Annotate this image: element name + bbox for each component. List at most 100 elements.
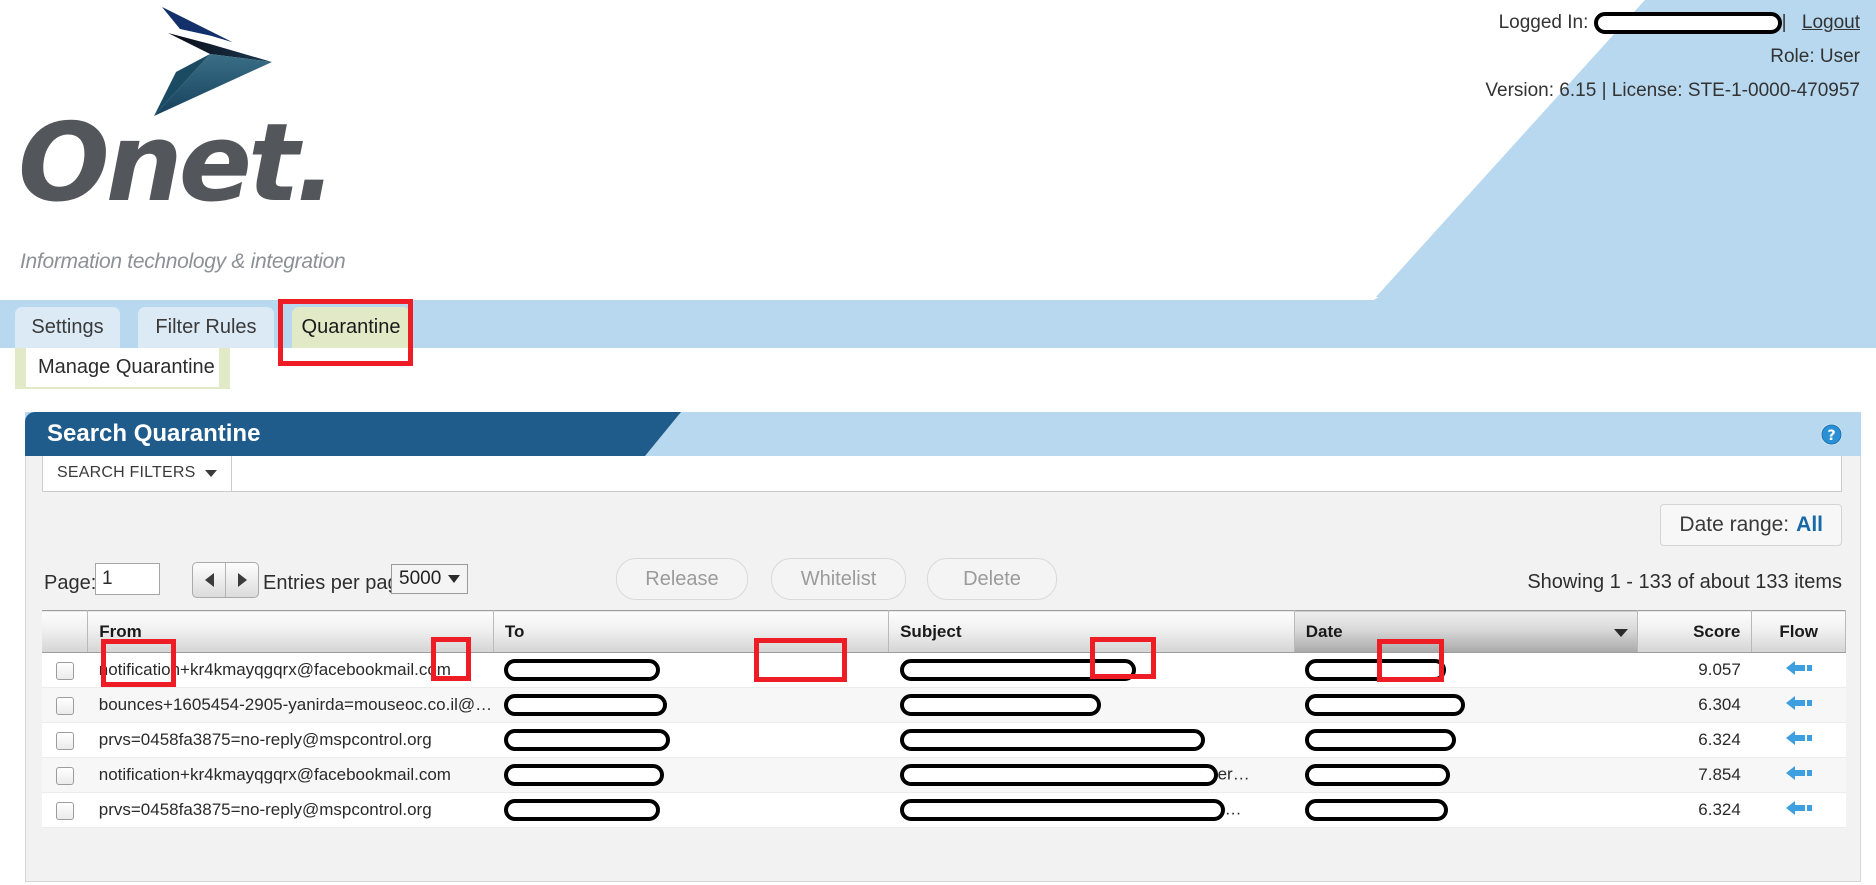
row-checkbox[interactable] <box>55 661 74 680</box>
table-row[interactable]: prvs=0458fa3875=no-reply@mspcontrol.org …… <box>42 792 1846 828</box>
next-page-button[interactable] <box>225 563 258 597</box>
column-header-to-label: To <box>504 621 525 641</box>
redacted-value <box>1305 799 1449 821</box>
version-license-row: Version: 6.15 | License: STE-1-0000-4709… <box>1485 80 1860 101</box>
page-nav-group <box>192 562 259 598</box>
release-button-label: Release <box>645 567 719 590</box>
cell-from: notification+kr4kmayqgqrx@facebookmail.c… <box>87 757 494 793</box>
cell-date <box>1294 757 1638 793</box>
page-input[interactable] <box>95 563 160 595</box>
redacted-value <box>504 694 668 716</box>
page-label: Page: <box>44 572 97 594</box>
table-row[interactable]: notification+kr4kmayqgqrx@facebookmail.c… <box>42 757 1846 793</box>
cell-flow <box>1751 652 1846 688</box>
tab-settings[interactable]: Settings <box>15 307 120 348</box>
table-row[interactable]: bounces+1605454-2905-yanirda=mouseoc.co.… <box>42 687 1846 723</box>
redacted-value <box>899 659 1136 681</box>
cell-to <box>493 722 889 758</box>
table-header-row: From To Subject Date Score Flow <box>42 610 1846 653</box>
date-range-button[interactable]: Date range: All <box>1660 504 1842 546</box>
whitelist-button[interactable]: Whitelist <box>771 558 906 600</box>
date-range-value: All <box>1796 513 1823 536</box>
table-row[interactable]: prvs=0458fa3875=no-reply@mspcontrol.org 6… <box>42 722 1846 758</box>
cell-from: prvs=0458fa3875=no-reply@mspcontrol.org <box>87 792 494 828</box>
column-header-flow[interactable]: Flow <box>1751 610 1846 653</box>
company-logo: Onet. Information technology & integrati… <box>10 0 410 290</box>
column-header-date[interactable]: Date <box>1294 610 1638 653</box>
cell-from: notification+kr4kmayqgqrx@facebookmail.c… <box>87 652 494 688</box>
cell-date <box>1294 652 1638 688</box>
release-button[interactable]: Release <box>616 558 748 600</box>
whitelist-button-label: Whitelist <box>800 567 877 590</box>
cell-score: 6.324 <box>1637 722 1752 758</box>
row-checkbox[interactable] <box>55 801 74 820</box>
redacted-value <box>504 764 665 786</box>
cell-subject <box>888 722 1295 758</box>
redacted-value <box>899 729 1205 751</box>
redacted-value <box>899 799 1225 821</box>
logout-link[interactable]: Logout <box>1802 12 1860 33</box>
column-header-check[interactable] <box>42 610 89 653</box>
redacted-value <box>1305 659 1447 681</box>
triangle-right-icon <box>237 573 247 587</box>
page-title: Search Quarantine <box>47 420 261 447</box>
redacted-value <box>504 659 661 681</box>
search-filters-label: SEARCH FILTERS <box>57 464 196 481</box>
delete-button[interactable]: Delete <box>927 558 1057 600</box>
row-checkbox[interactable] <box>55 766 74 785</box>
prev-page-button[interactable] <box>193 563 225 597</box>
tab-settings-label: Settings <box>31 316 104 338</box>
column-header-score-label: Score <box>1693 621 1741 641</box>
cell-to <box>493 792 889 828</box>
triangle-down-icon <box>1613 629 1628 637</box>
inbound-arrow-icon <box>1785 660 1812 675</box>
cell-flow <box>1751 687 1846 723</box>
tab-quarantine-label: Quarantine <box>301 316 401 338</box>
row-checkbox-cell <box>42 687 88 723</box>
help-circle-icon[interactable]: ? <box>1820 423 1843 446</box>
logged-in-separator: | <box>1781 12 1787 33</box>
cell-from: prvs=0458fa3875=no-reply@mspcontrol.org <box>87 722 494 758</box>
row-checkbox[interactable] <box>55 731 74 750</box>
column-header-from-label: From <box>99 621 142 641</box>
logged-in-redacted-value <box>1593 11 1782 34</box>
column-header-flow-label: Flow <box>1779 621 1819 641</box>
column-header-subject[interactable]: Subject <box>888 610 1295 653</box>
row-checkbox-cell <box>42 652 88 688</box>
logo-wordmark: Onet. <box>18 101 337 226</box>
svg-text:?: ? <box>1827 428 1835 444</box>
chevron-down-icon <box>204 469 217 477</box>
logged-in-label: Logged In: <box>1498 12 1589 33</box>
logo-tagline: Information technology & integration <box>20 250 346 273</box>
cell-subject: … <box>888 792 1295 828</box>
inbound-arrow-icon <box>1785 730 1812 745</box>
cell-score: 6.304 <box>1637 687 1752 723</box>
tab-filter-rules[interactable]: Filter Rules <box>138 307 274 348</box>
row-checkbox[interactable] <box>55 696 74 715</box>
quarantine-table: From To Subject Date Score Flow notification+… <box>42 610 1846 828</box>
subtab-manage-quarantine[interactable]: Manage Quarantine <box>15 348 230 389</box>
search-filters-button[interactable]: SEARCH FILTERS <box>43 455 232 491</box>
main-tab-bar: Settings Filter Rules Quarantine <box>0 300 1876 348</box>
table-row[interactable]: notification+kr4kmayqgqrx@facebookmail.c… <box>42 652 1846 688</box>
redacted-value <box>1305 729 1457 751</box>
tab-quarantine[interactable]: Quarantine <box>292 307 410 348</box>
redacted-value <box>899 764 1218 786</box>
entries-per-page-select[interactable]: 5000 <box>391 564 468 594</box>
column-header-from[interactable]: From <box>87 610 494 653</box>
cell-subject: er… <box>888 757 1295 793</box>
column-header-score[interactable]: Score <box>1637 610 1753 653</box>
cell-subject <box>888 652 1295 688</box>
redacted-value <box>504 799 661 821</box>
page-header: Onet. Information technology & integrati… <box>0 0 1876 300</box>
cell-flow <box>1751 722 1846 758</box>
entries-per-page-value: 5000 <box>399 568 442 589</box>
column-header-to[interactable]: To <box>493 610 890 653</box>
row-checkbox-cell <box>42 792 88 828</box>
cell-subject-truncation: … <box>1224 799 1242 819</box>
cell-to <box>493 652 889 688</box>
cell-score: 6.324 <box>1637 792 1752 828</box>
cell-to <box>493 757 889 793</box>
inbound-arrow-icon <box>1785 765 1812 780</box>
column-header-subject-label: Subject <box>900 621 962 641</box>
